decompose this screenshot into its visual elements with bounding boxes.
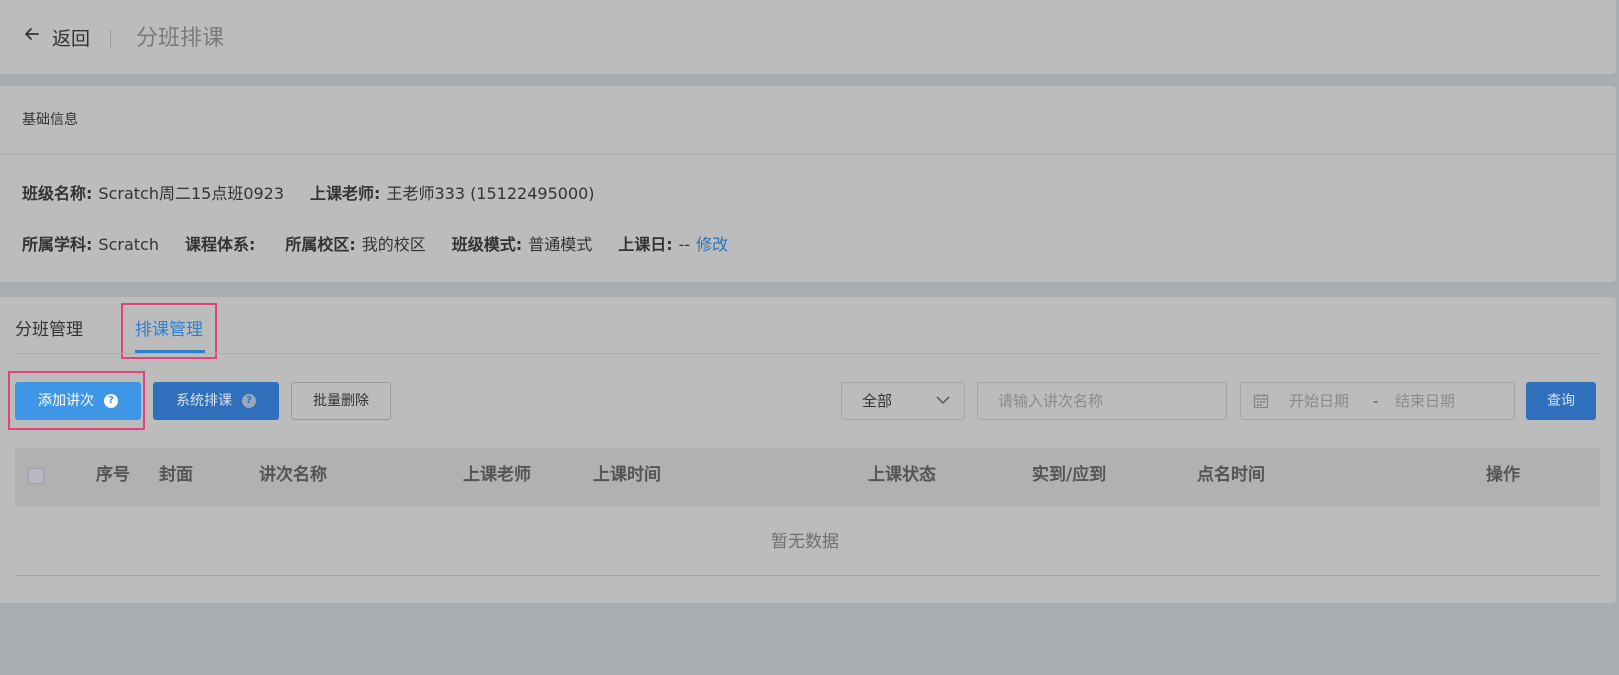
campus-value: 我的校区 [361, 235, 426, 254]
column-header-teacher: 上课老师 [463, 465, 531, 485]
column-header-index: 序号 [96, 465, 130, 485]
system-schedule-button[interactable]: 系统排课? [153, 382, 279, 420]
info-row-2: 所属学科: Scratch 课程体系: 所属校区: 我的校区 班级模式: 普通模式 上课日: -… [22, 233, 728, 257]
class-day-value: -- [678, 235, 691, 254]
column-header-roll-call-time: 点名时间 [1197, 465, 1265, 485]
end-date-input[interactable]: 结束日期 [1395, 383, 1455, 419]
date-separator: - [1373, 392, 1379, 410]
class-name-value: Scratch周二15点班0923 [98, 184, 285, 203]
column-header-actions: 操作 [1486, 465, 1520, 485]
status-select[interactable]: 全部 [841, 382, 965, 420]
tabs-divider [15, 353, 1600, 354]
add-lesson-label: 添加讲次 [38, 393, 94, 409]
select-all-checkbox[interactable] [28, 468, 44, 484]
page-header: 返回 分班排课 [0, 0, 1616, 74]
add-lesson-button[interactable]: 添加讲次? [15, 382, 141, 420]
back-link[interactable]: 返回 [52, 27, 90, 51]
edit-class-day-link[interactable]: 修改 [696, 235, 728, 254]
tab-class-management[interactable]: 分班管理 [15, 318, 83, 342]
header-divider [110, 30, 111, 48]
table-empty-text: 暂无数据 [771, 532, 839, 552]
table-header [15, 448, 1600, 506]
query-button[interactable]: 查询 [1526, 382, 1596, 420]
tab-schedule-management[interactable]: 排课管理 [135, 318, 203, 342]
lesson-name-search-input[interactable]: 请输入讲次名称 [977, 382, 1227, 420]
class-mode-label: 班级模式: [451, 235, 523, 254]
subject-label: 所属学科: [22, 235, 93, 254]
class-mode-value: 普通模式 [528, 235, 593, 254]
teacher-value: 王老师333 (15122495000) [386, 184, 595, 203]
course-system-label: 课程体系: [184, 235, 256, 254]
section-divider [0, 154, 1616, 155]
info-row-1: 班级名称: Scratch周二15点班0923 上课老师: 王老师333 (15122… [22, 182, 595, 206]
page-title: 分班排课 [136, 26, 225, 51]
system-schedule-label: 系统排课 [176, 393, 232, 409]
campus-label: 所属校区: [285, 235, 356, 254]
class-name-label: 班级名称: [22, 184, 93, 203]
column-header-class-time: 上课时间 [593, 465, 661, 485]
column-header-attendance: 实到/应到 [1032, 465, 1107, 485]
start-date-input[interactable]: 开始日期 [1289, 383, 1349, 419]
basic-info-card: 基础信息 班级名称: Scratch周二15点班0923 上课老师: 王老师333 (… [0, 86, 1616, 282]
chevron-down-icon [936, 396, 950, 405]
section-title: 基础信息 [22, 112, 78, 128]
question-circle-icon[interactable]: ? [104, 394, 118, 408]
status-select-value: 全部 [862, 392, 893, 410]
batch-delete-button[interactable]: 批量删除 [291, 382, 391, 420]
arrow-left-icon[interactable] [22, 24, 42, 44]
schedule-card: 分班管理 排课管理 添加讲次? 系统排课? 批量删除 全部 请输入讲次名称 开始… [0, 297, 1616, 603]
question-circle-icon[interactable]: ? [242, 394, 256, 408]
calendar-icon [1253, 394, 1269, 409]
column-header-status: 上课状态 [868, 465, 936, 485]
column-header-lesson-name: 讲次名称 [259, 465, 327, 485]
teacher-label: 上课老师: [310, 184, 381, 203]
date-range-picker[interactable]: 开始日期 - 结束日期 [1240, 382, 1515, 420]
column-header-cover: 封面 [159, 465, 193, 485]
class-day-label: 上课日: [618, 235, 673, 254]
table-bottom-border [15, 575, 1600, 576]
subject-value: Scratch [98, 235, 159, 254]
